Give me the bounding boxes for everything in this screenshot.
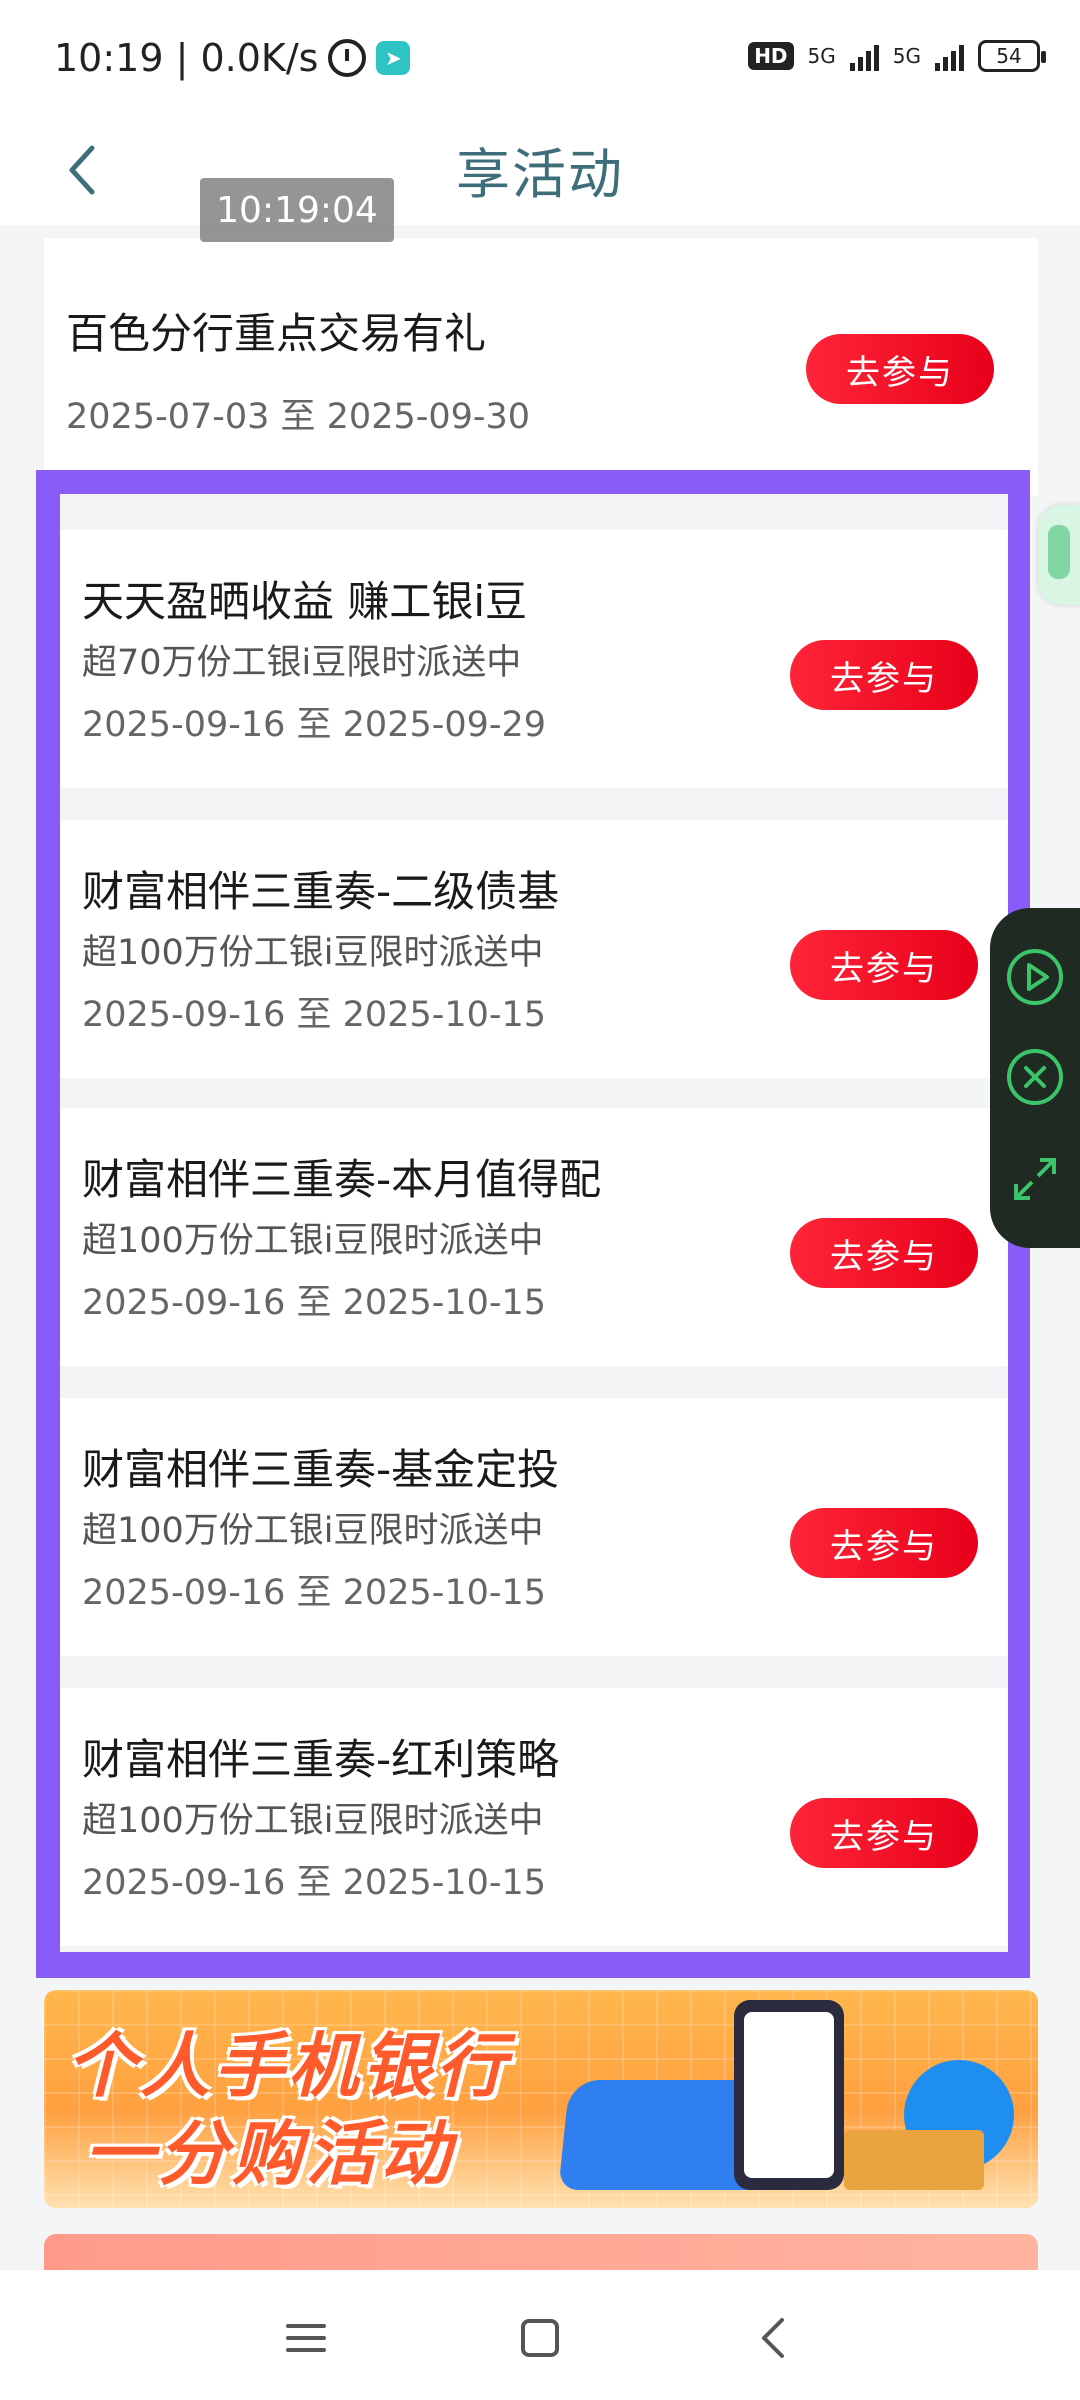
expand-button[interactable] xyxy=(1004,1148,1066,1210)
floating-control-panel xyxy=(990,908,1080,1248)
page-title: 享活动 xyxy=(456,143,624,206)
activity-subtitle: 超100万份工银i豆限时派送中 xyxy=(82,1511,544,1551)
join-button[interactable]: 去参与 xyxy=(790,1798,978,1868)
close-button[interactable] xyxy=(1004,1046,1066,1108)
home-square-icon xyxy=(521,2319,559,2357)
play-button[interactable] xyxy=(1004,946,1066,1008)
timestamp-overlay: 10:19:04 xyxy=(200,178,394,242)
activity-title: 天天盈晒收益 赚工银i豆 xyxy=(82,577,528,626)
play-icon xyxy=(1007,949,1063,1005)
activity-date: 2025-07-03 至 2025-09-30 xyxy=(66,397,531,437)
status-time-speed: 10:19 | 0.0K/s xyxy=(54,36,319,80)
activity-card[interactable]: 财富相伴三重奏-二级债基 超100万份工银i豆限时派送中 2025-09-16 … xyxy=(60,820,1008,1078)
activity-card[interactable]: 百色分行重点交易有礼 2025-07-03 至 2025-09-30 去参与 xyxy=(44,238,1038,496)
status-left: 10:19 | 0.0K/s ➤ xyxy=(54,36,411,80)
boxes-illustration xyxy=(844,2130,984,2190)
join-button[interactable]: 去参与 xyxy=(790,640,978,710)
app-header: 享活动 xyxy=(0,120,1080,225)
join-button[interactable]: 去参与 xyxy=(790,930,978,1000)
signal-icon-2 xyxy=(935,41,964,71)
activity-title: 百色分行重点交易有礼 xyxy=(66,309,487,358)
activity-date: 2025-09-16 至 2025-09-29 xyxy=(82,705,547,745)
join-button[interactable]: 去参与 xyxy=(790,1218,978,1288)
status-bar: 10:19 | 0.0K/s ➤ HD 5G 5G 54 xyxy=(0,0,1080,120)
activity-date: 2025-09-16 至 2025-10-15 xyxy=(82,1573,547,1613)
network-label-1: 5G xyxy=(807,44,836,68)
battery-icon: 54 xyxy=(978,40,1046,72)
telegram-icon: ➤ xyxy=(376,41,411,75)
nav-back-button[interactable] xyxy=(734,2298,814,2378)
promo-banner[interactable]: 个人手机银行 一分购活动 xyxy=(44,1990,1038,2208)
activity-date: 2025-09-16 至 2025-10-15 xyxy=(82,1863,547,1903)
activity-card[interactable]: 财富相伴三重奏-基金定投 超100万份工银i豆限时派送中 2025-09-16 … xyxy=(60,1398,1008,1656)
back-icon xyxy=(762,2318,784,2358)
activity-card[interactable]: 财富相伴三重奏-本月值得配 超100万份工银i豆限时派送中 2025-09-16… xyxy=(60,1108,1008,1366)
activity-card[interactable]: 天天盈晒收益 赚工银i豆 超70万份工银i豆限时派送中 2025-09-16 至… xyxy=(60,530,1008,788)
hd-icon: HD xyxy=(748,42,794,70)
signal-icon xyxy=(849,41,879,71)
activity-date: 2025-09-16 至 2025-10-15 xyxy=(82,995,547,1035)
join-button[interactable]: 去参与 xyxy=(790,1508,978,1578)
activity-title: 财富相伴三重奏-红利策略 xyxy=(82,1735,560,1784)
join-button[interactable]: 去参与 xyxy=(806,334,994,404)
activity-subtitle: 超100万份工银i豆限时派送中 xyxy=(82,933,544,973)
status-right: HD 5G 5G 54 xyxy=(748,40,1046,72)
banner-title-line2: 一分购活动 xyxy=(84,2113,454,2195)
activity-title: 财富相伴三重奏-基金定投 xyxy=(82,1445,560,1494)
activity-title: 财富相伴三重奏-本月值得配 xyxy=(82,1155,602,1204)
close-icon xyxy=(1007,1049,1063,1105)
activity-subtitle: 超100万份工银i豆限时派送中 xyxy=(82,1221,544,1261)
network-label-2: 5G xyxy=(892,44,921,68)
activity-card[interactable]: 财富相伴三重奏-红利策略 超100万份工银i豆限时派送中 2025-09-16 … xyxy=(60,1688,1008,1946)
activity-subtitle: 超70万份工银i豆限时派送中 xyxy=(82,643,522,683)
activity-subtitle: 超100万份工银i豆限时派送中 xyxy=(82,1801,544,1841)
system-nav-bar xyxy=(0,2270,1080,2400)
activity-date: 2025-09-16 至 2025-10-15 xyxy=(82,1283,547,1323)
banner-title-line1: 个人手机银行 xyxy=(66,2025,510,2107)
activity-title: 财富相伴三重奏-二级债基 xyxy=(82,867,560,916)
menu-icon xyxy=(286,2324,326,2352)
phone-illustration xyxy=(734,2000,844,2190)
home-button[interactable] xyxy=(500,2298,580,2378)
promo-banner-2[interactable] xyxy=(44,2234,1038,2274)
alarm-icon xyxy=(328,39,367,77)
menu-button[interactable] xyxy=(266,2298,346,2378)
floating-handle[interactable] xyxy=(1038,505,1080,605)
expand-icon xyxy=(1014,1158,1056,1200)
